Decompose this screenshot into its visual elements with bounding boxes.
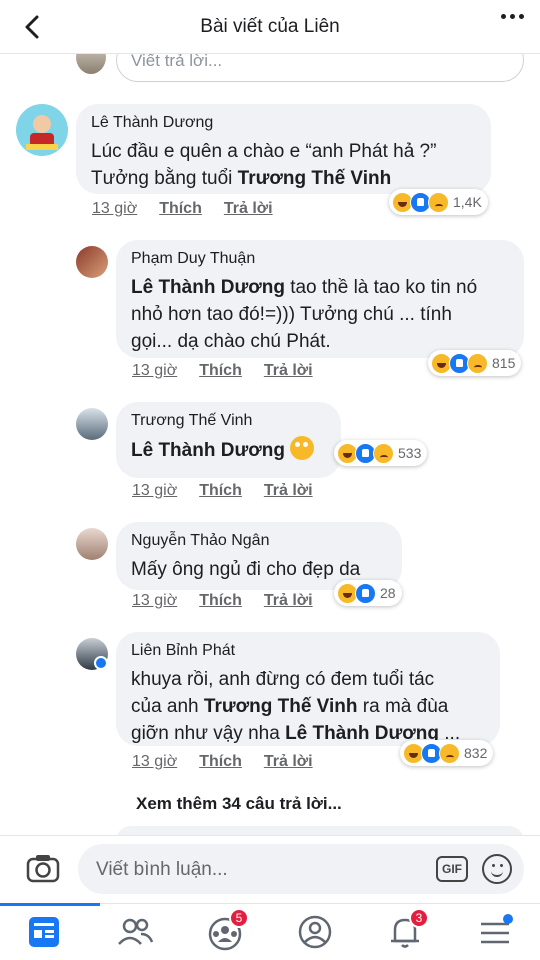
like-reaction-icon — [355, 582, 376, 604]
like-button[interactable]: Thích — [199, 592, 242, 610]
reaction-summary[interactable]: 815 — [428, 350, 522, 376]
user-tag[interactable]: Trương Thế Vinh — [204, 696, 358, 717]
sad-reaction-icon — [373, 442, 394, 464]
comment-text: Lê Thành Dương tao thề là tao ko tin nó … — [131, 277, 478, 352]
comment-author[interactable]: Lê Thành Dương — [91, 114, 476, 132]
bottom-tab-bar: 5 3 — [0, 903, 540, 960]
reaction-count: 533 — [398, 445, 422, 461]
reaction-summary[interactable]: 28 — [334, 580, 402, 606]
timestamp[interactable]: 13 giờ — [132, 362, 177, 380]
rolling-eyes-emoji-icon — [290, 436, 315, 460]
timestamp[interactable]: 13 giờ — [132, 592, 177, 610]
comment-input[interactable]: Viết bình luận... GIF — [78, 844, 524, 894]
notifications-badge: 3 — [409, 908, 429, 928]
verified-icon — [94, 656, 108, 670]
more-options-icon[interactable] — [501, 14, 524, 19]
comment-actions: 13 giờ Thích Trả lời — [132, 482, 313, 500]
user-tag[interactable]: Trương Thế Vinh — [238, 168, 392, 189]
comment-bubble-partial — [116, 826, 524, 835]
sad-reaction-icon — [439, 742, 460, 764]
comment-text: Lê Thành Dương — [131, 436, 326, 464]
comment-author[interactable]: Nguyễn Thảo Ngân — [131, 532, 387, 550]
back-arrow-icon[interactable] — [18, 12, 48, 42]
news-feed-icon — [29, 917, 59, 947]
comment-bubble: Liên Bỉnh Phát khuya rồi, anh đừng có đe… — [116, 632, 500, 746]
comment-actions: 13 giờ Thích Trả lời — [92, 200, 273, 218]
reply-button[interactable]: Trả lời — [264, 592, 313, 610]
timestamp[interactable]: 13 giờ — [92, 200, 137, 218]
comment-author[interactable]: Trương Thế Vinh — [131, 412, 326, 430]
reaction-count: 832 — [464, 745, 488, 761]
sad-reaction-icon — [428, 191, 449, 213]
like-button[interactable]: Thích — [199, 753, 242, 771]
tab-news-feed[interactable] — [0, 903, 100, 952]
profile-icon — [298, 915, 332, 949]
reply-button[interactable]: Trả lời — [224, 200, 273, 218]
comment-text: Mấy ông ngủ đi cho đẹp da — [131, 559, 361, 580]
avatar[interactable] — [76, 528, 108, 560]
tab-profile[interactable] — [293, 912, 337, 952]
groups-badge: 5 — [229, 908, 249, 928]
comment-author[interactable]: Phạm Duy Thuận — [131, 250, 509, 268]
reaction-count: 1,4K — [453, 194, 482, 210]
gif-button[interactable]: GIF — [436, 856, 468, 882]
tab-notifications[interactable]: 3 — [383, 908, 429, 952]
avatar[interactable] — [76, 408, 108, 440]
comment-actions: 13 giờ Thích Trả lời — [132, 753, 313, 771]
tab-friends[interactable] — [113, 912, 157, 952]
reply-button[interactable]: Trả lời — [264, 362, 313, 380]
avatar[interactable] — [16, 104, 68, 156]
comment-bubble: Trương Thế Vinh Lê Thành Dương — [116, 402, 341, 478]
comment-thread: Viết trả lời... Lê Thành Dương Lúc đầu e… — [0, 0, 540, 835]
comment-actions: 13 giờ Thích Trả lời — [132, 592, 313, 610]
like-button[interactable]: Thích — [199, 362, 242, 380]
reaction-count: 28 — [380, 585, 396, 601]
comment-text: Lúc đầu e quên a chào e “anh Phát hả ?” … — [91, 141, 437, 189]
reaction-summary[interactable]: 1,4K — [389, 189, 488, 215]
camera-icon[interactable] — [26, 853, 60, 883]
avatar[interactable] — [76, 246, 108, 278]
menu-dot-badge — [503, 914, 513, 924]
like-button[interactable]: Thích — [159, 200, 202, 218]
view-more-replies-link[interactable]: Xem thêm 34 câu trả lời... — [136, 794, 342, 814]
comment-text: khuya rồi, anh đừng có đem tuổi tác của … — [131, 669, 461, 744]
comment-input-placeholder: Viết bình luận... — [96, 859, 228, 880]
user-tag[interactable]: Lê Thành Dương — [131, 277, 285, 298]
timestamp[interactable]: 13 giờ — [132, 753, 177, 771]
user-tag[interactable]: Lê Thành Dương — [131, 440, 285, 461]
comment-actions: 13 giờ Thích Trả lời — [132, 362, 313, 380]
sad-reaction-icon — [467, 352, 488, 374]
reaction-summary[interactable]: 832 — [400, 740, 494, 766]
like-button[interactable]: Thích — [199, 482, 242, 500]
page-title: Bài viết của Liên — [200, 15, 340, 37]
tab-menu[interactable] — [473, 912, 517, 952]
top-bar: Bài viết của Liên — [0, 0, 540, 54]
friends-icon — [118, 918, 154, 945]
reply-button[interactable]: Trả lời — [264, 753, 313, 771]
comment-bubble: Lê Thành Dương Lúc đầu e quên a chào e “… — [76, 104, 491, 194]
reaction-summary[interactable]: 533 — [334, 440, 428, 466]
reply-button[interactable]: Trả lời — [264, 482, 313, 500]
comment-composer: Viết bình luận... GIF — [0, 835, 540, 903]
emoji-sticker-icon[interactable] — [482, 854, 512, 884]
reaction-count: 815 — [492, 355, 516, 371]
comment-bubble: Phạm Duy Thuận Lê Thành Dương tao thề là… — [116, 240, 524, 358]
comment-author[interactable]: Liên Bỉnh Phát — [131, 642, 485, 660]
timestamp[interactable]: 13 giờ — [132, 482, 177, 500]
tab-groups[interactable]: 5 — [203, 908, 249, 952]
